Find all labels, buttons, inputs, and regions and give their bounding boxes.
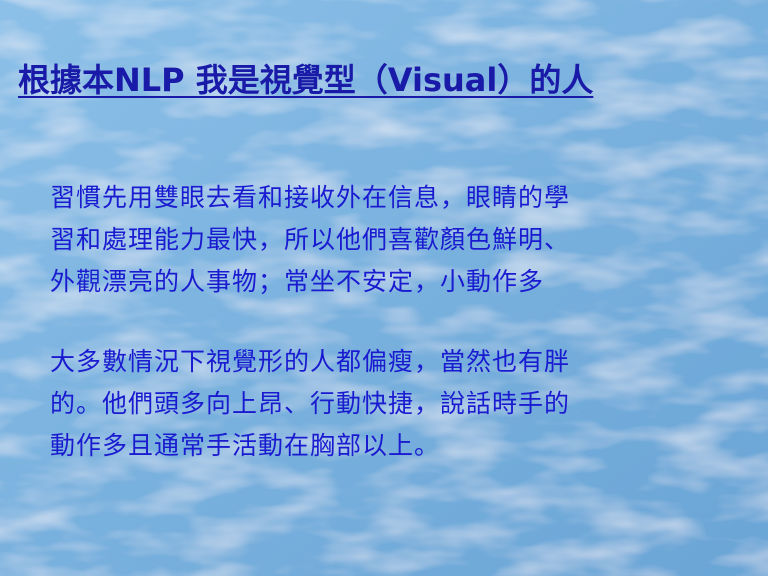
slide-title: 根據本NLP 我是視覺型（Visual）的人 <box>18 61 594 99</box>
paragraph-visual-traits: 大多數情況下視覺形的人都偏瘦，當然也有胖 的。他們頭多向上昂、行動快捷，說話時手… <box>50 341 710 467</box>
paragraph-line: 習和處理能力最快，所以他們喜歡顏色鮮明、 <box>50 225 571 254</box>
paragraph-line: 的。他們頭多向上昂、行動快捷，說話時手的 <box>50 389 571 418</box>
paragraph-line: 習慣先用雙眼去看和接收外在信息，眼睛的學 <box>50 183 571 212</box>
slide: 根據本NLP 我是視覺型（Visual）的人 習慣先用雙眼去看和接收外在信息，眼… <box>0 0 768 576</box>
paragraph-line: 外觀漂亮的人事物；常坐不安定，小動作多 <box>50 267 545 296</box>
paragraph-line: 大多數情況下視覺形的人都偏瘦，當然也有胖 <box>50 347 571 376</box>
paragraph-line: 動作多且通常手活動在胸部以上。 <box>50 431 441 460</box>
paragraph-visual-habits: 習慣先用雙眼去看和接收外在信息，眼睛的學 習和處理能力最快，所以他們喜歡顏色鮮明… <box>50 177 710 303</box>
